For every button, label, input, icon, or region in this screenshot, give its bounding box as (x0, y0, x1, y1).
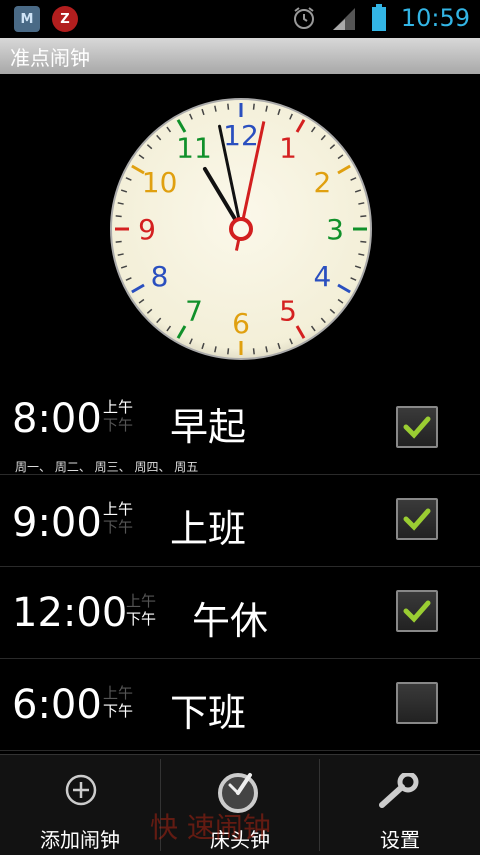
am-pm-indicator: 上午 下午 (103, 398, 133, 434)
page-title: 准点闹钟 (10, 46, 90, 70)
alarm-clock-icon (293, 7, 314, 29)
clock-numeral: 6 (232, 307, 250, 340)
clock-numeral: 9 (138, 213, 156, 246)
alarm-row[interactable]: 8:00 上午 下午 早起 周一、 周二、 周三、 周四、 周五 (0, 384, 480, 475)
clock-tick (115, 215, 122, 218)
add-icon (65, 774, 97, 806)
alarm-enable-checkbox[interactable] (396, 498, 438, 540)
pm-label: 下午 (103, 416, 134, 434)
am-pm-indicator: 上午 下午 (103, 684, 133, 720)
clock-numeral: 11 (176, 132, 212, 165)
am-pm-indicator: 上午 下午 (126, 592, 156, 628)
status-time: 10:59 (400, 4, 470, 32)
clock-numeral: 7 (185, 294, 203, 327)
analog-clock[interactable]: 12 12 3 45678 9 1011 (108, 96, 374, 362)
alarm-app-notification-icon: Z (52, 6, 78, 32)
clock-center-cap (229, 217, 253, 241)
am-label: 上午 (103, 684, 134, 702)
clock-numeral: 2 (313, 166, 331, 199)
pm-label: 下午 (103, 518, 134, 536)
alarm-time: 8:00 (12, 396, 102, 442)
signal-icon (332, 8, 355, 30)
am-pm-indicator: 上午 下午 (103, 500, 133, 536)
alarm-row[interactable]: 12:00 上午 下午 午休 (0, 568, 480, 659)
clock-numeral: 5 (279, 294, 297, 327)
alarm-enable-checkbox[interactable] (396, 406, 438, 448)
checkmark-icon (403, 508, 431, 531)
alarm-label: 早起 (170, 405, 247, 449)
alarm-time: 9:00 (12, 500, 102, 546)
alarm-row[interactable]: 9:00 上午 下午 上班 (0, 476, 480, 567)
alarm-label: 上班 (170, 507, 247, 551)
clock-tick (227, 103, 230, 110)
settings-button[interactable]: 设置 (320, 755, 480, 855)
alarm-repeat-days: 周一、 周二、 周三、 周四、 周五 (15, 460, 199, 474)
app-notification-icon: M (14, 6, 40, 32)
add-alarm-button[interactable]: 添加闹钟 (0, 755, 160, 855)
wrench-icon (379, 773, 419, 808)
alarm-time: 12:00 (12, 590, 128, 636)
battery-icon (371, 4, 386, 31)
pm-label: 下午 (103, 702, 134, 720)
clock-numeral: 1 (279, 132, 297, 165)
clock-tick (252, 103, 255, 110)
clock-numeral: 4 (313, 260, 331, 293)
title-bar: 准点闹钟 (0, 38, 480, 74)
settings-label: 设置 (380, 828, 420, 852)
clock-numeral: 8 (151, 260, 169, 293)
add-alarm-label: 添加闹钟 (40, 828, 120, 852)
clock-tick (360, 215, 367, 218)
clock-numeral: 12 (223, 119, 259, 152)
clock-tick (227, 348, 230, 355)
am-label: 上午 (103, 500, 134, 518)
checkmark-icon (403, 416, 431, 439)
checkmark-icon (403, 600, 431, 623)
alarm-time: 6:00 (12, 682, 102, 728)
watermark: 快 速闹钟 (150, 811, 271, 844)
alarm-enable-checkbox[interactable] (396, 590, 438, 632)
clock-numeral: 3 (326, 213, 344, 246)
alarm-enable-checkbox[interactable] (396, 682, 438, 724)
clock-tick (252, 348, 255, 355)
clock-tick (360, 240, 367, 243)
clock-tick (115, 240, 122, 243)
am-label: 上午 (126, 592, 157, 610)
pm-label: 下午 (126, 610, 157, 628)
am-label: 上午 (103, 398, 134, 416)
alarm-label: 午休 (192, 599, 269, 643)
status-bar: M Z 10:59 (0, 0, 480, 38)
clock-numeral: 10 (142, 166, 178, 199)
alarm-label: 下班 (170, 691, 247, 735)
alarm-row[interactable]: 6:00 上午 下午 下班 (0, 660, 480, 751)
